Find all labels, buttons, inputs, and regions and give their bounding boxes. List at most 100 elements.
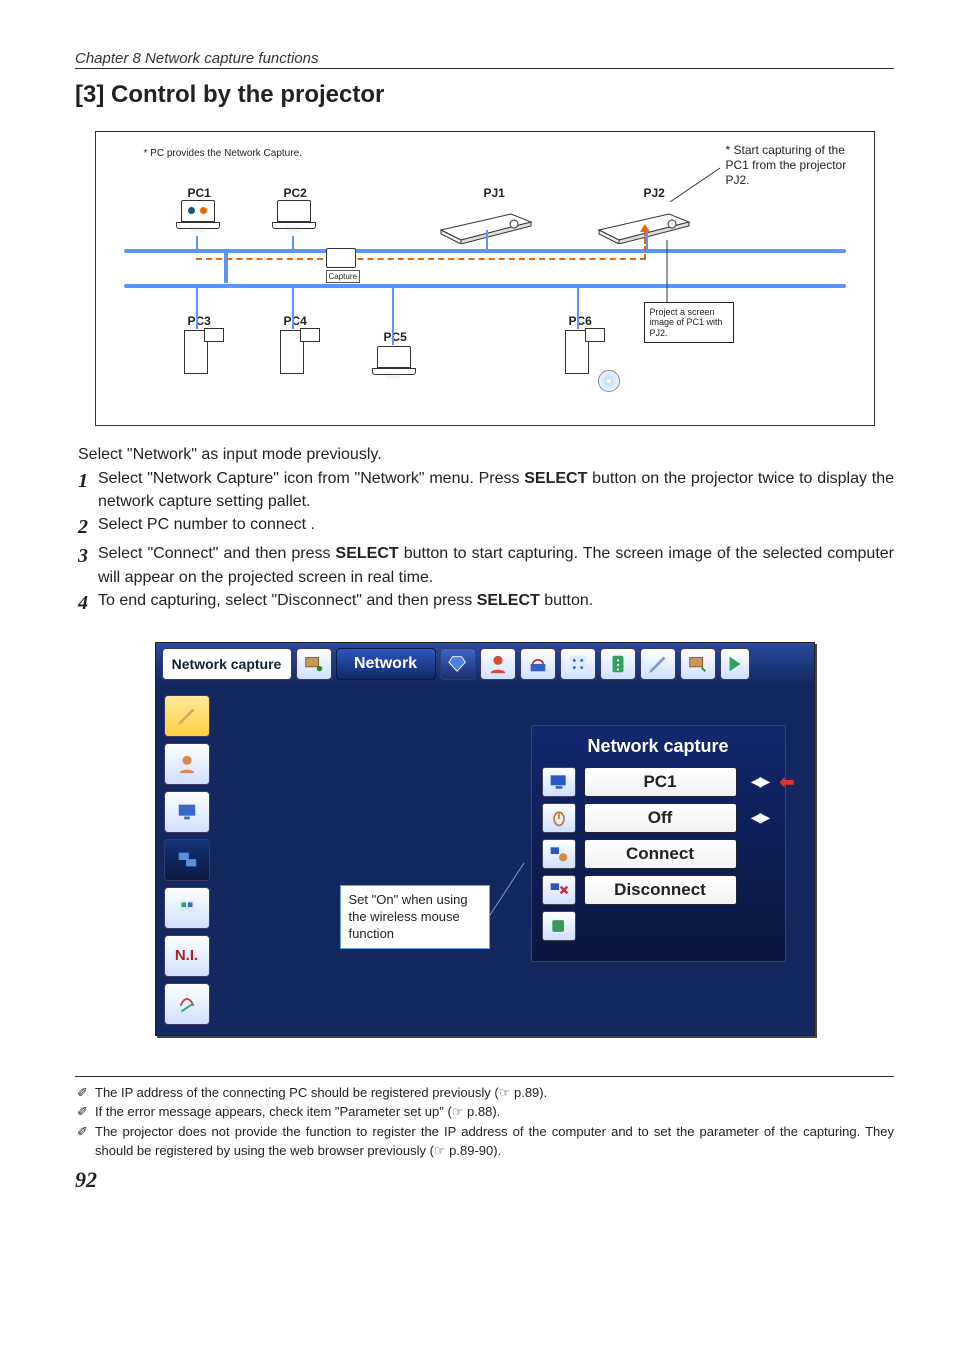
connector bbox=[577, 287, 579, 329]
extra-icon bbox=[542, 911, 576, 941]
disconnect-icon bbox=[542, 875, 576, 905]
arrow-up-icon bbox=[640, 224, 650, 232]
toolbar-icon[interactable] bbox=[680, 648, 716, 680]
text: Select "Connect" and then press bbox=[98, 545, 336, 562]
connector bbox=[646, 230, 648, 250]
page-number: 92 bbox=[75, 1167, 894, 1193]
wireless-mouse-note: Set "On" when using the wireless mouse f… bbox=[340, 885, 490, 950]
step-4: 4 To end capturing, select "Disconnect" … bbox=[78, 589, 894, 618]
toolbar-icon[interactable] bbox=[640, 648, 676, 680]
menu-left-column: N.I. bbox=[156, 685, 220, 1035]
projector-menu-screenshot: Network capture Network N.I. bbox=[155, 642, 815, 1036]
left-icon-user[interactable] bbox=[164, 743, 210, 785]
step-text: To end capturing, select "Disconnect" an… bbox=[98, 589, 894, 618]
toolbar-icon[interactable] bbox=[720, 648, 750, 680]
left-icon-network-capture[interactable] bbox=[164, 839, 210, 881]
left-icon-pen[interactable] bbox=[164, 695, 210, 737]
panel-row-disconnect[interactable]: Disconnect bbox=[542, 875, 775, 905]
toolbar-icon[interactable] bbox=[480, 648, 516, 680]
step-number: 1 bbox=[78, 467, 92, 513]
connector bbox=[486, 230, 488, 250]
intro-text: Select "Network" as input mode previousl… bbox=[78, 446, 894, 464]
footnote-text: The IP address of the connecting PC shou… bbox=[95, 1083, 894, 1103]
step-text: Select PC number to connect . bbox=[98, 513, 894, 542]
footnote-text: The projector does not provide the funct… bbox=[95, 1122, 894, 1161]
connect-icon bbox=[542, 839, 576, 869]
footnote-marker-icon: ✐ bbox=[77, 1122, 95, 1161]
footnote-1: ✐ The IP address of the connecting PC sh… bbox=[77, 1083, 894, 1103]
panel-row-connect[interactable]: Connect bbox=[542, 839, 775, 869]
connector bbox=[196, 236, 198, 250]
pc-value: PC1 bbox=[584, 767, 737, 797]
panel-row-mouse[interactable]: Off ◀▶ bbox=[542, 803, 775, 833]
toolbar-icon[interactable] bbox=[296, 648, 332, 680]
text: button. bbox=[540, 592, 593, 609]
label-pc5: PC5 bbox=[384, 330, 407, 344]
left-right-arrows-icon[interactable]: ◀▶ bbox=[745, 809, 775, 826]
menu-main-area: Set "On" when using the wireless mouse f… bbox=[220, 685, 814, 1035]
pc4-tower-icon bbox=[280, 330, 308, 388]
footnote-marker-icon: ✐ bbox=[77, 1083, 95, 1103]
projector-callout: Project a screen image of PC1 with PJ2. bbox=[644, 302, 734, 343]
keyword: SELECT bbox=[336, 545, 399, 562]
footnote-divider bbox=[75, 1076, 894, 1077]
chapter-header: Chapter 8 Network capture functions bbox=[75, 50, 894, 69]
diagram-pc-note: * PC provides the Network Capture. bbox=[144, 148, 302, 159]
step-text: Select "Connect" and then press SELECT b… bbox=[98, 542, 894, 588]
text: Select "Network Capture" icon from "Netw… bbox=[98, 470, 524, 487]
note-leader-line bbox=[488, 859, 528, 919]
footnote-2: ✐ If the error message appears, check it… bbox=[77, 1102, 894, 1122]
connect-value: Connect bbox=[584, 839, 737, 869]
pc2-laptop-icon: ░░░░ bbox=[272, 200, 316, 236]
keyword: SELECT bbox=[524, 470, 587, 487]
capture-path bbox=[644, 230, 646, 260]
connector bbox=[196, 287, 198, 329]
mouse-value: Off bbox=[584, 803, 737, 833]
step-3: 3 Select "Connect" and then press SELECT… bbox=[78, 542, 894, 588]
text: To end capturing, select "Disconnect" an… bbox=[98, 592, 477, 609]
left-icon-play[interactable] bbox=[164, 983, 210, 1025]
mouse-icon bbox=[542, 803, 576, 833]
connector bbox=[292, 287, 294, 329]
capture-device-icon bbox=[326, 248, 356, 268]
selection-arrow-icon: ⬅ bbox=[779, 772, 792, 793]
step-number: 4 bbox=[78, 589, 92, 618]
topology-diagram: * PC provides the Network Capture. * Sta… bbox=[95, 131, 875, 426]
toolbar-icon[interactable] bbox=[440, 648, 476, 680]
left-right-arrows-icon[interactable]: ◀▶⬅ bbox=[745, 773, 775, 790]
footnote-text: If the error message appears, check item… bbox=[95, 1102, 894, 1122]
label-pc2: PC2 bbox=[284, 186, 307, 200]
callout-line bbox=[661, 240, 701, 304]
pc5-laptop-icon: ░░░░ bbox=[372, 346, 416, 382]
toolbar-network-chip[interactable]: Network bbox=[336, 648, 436, 680]
capture-path bbox=[196, 258, 646, 260]
diagram-start-note: * Start capturing of the PC1 from the pr… bbox=[726, 143, 856, 188]
label-pc4: PC4 bbox=[284, 314, 307, 328]
panel-row-pc[interactable]: PC1 ◀▶⬅ bbox=[542, 767, 775, 797]
left-icon-ni[interactable]: N.I. bbox=[164, 935, 210, 977]
step-1: 1 Select "Network Capture" icon from "Ne… bbox=[78, 467, 894, 513]
pc1-laptop-icon: ░░░░ bbox=[176, 200, 220, 236]
toolbar-icon[interactable] bbox=[600, 648, 636, 680]
network-bus bbox=[124, 284, 846, 288]
toolbar-icon[interactable] bbox=[560, 648, 596, 680]
label-pc1: PC1 bbox=[188, 186, 211, 200]
panel-title: Network capture bbox=[542, 736, 775, 757]
menu-title-chip: Network capture bbox=[162, 648, 292, 680]
network-capture-panel: Network capture PC1 ◀▶⬅ Off ◀▶ Connect bbox=[531, 725, 786, 962]
step-list: 1 Select "Network Capture" icon from "Ne… bbox=[78, 467, 894, 618]
left-icon-viewer[interactable] bbox=[164, 887, 210, 929]
keyword: SELECT bbox=[477, 592, 540, 609]
pc3-tower-icon bbox=[184, 330, 212, 388]
connector bbox=[292, 236, 294, 250]
footnote-marker-icon: ✐ bbox=[77, 1102, 95, 1122]
toolbar-icon[interactable] bbox=[520, 648, 556, 680]
section-title: [3] Control by the projector bbox=[75, 81, 894, 109]
footnote-3: ✐ The projector does not provide the fun… bbox=[77, 1122, 894, 1161]
left-icon-display[interactable] bbox=[164, 791, 210, 833]
network-bus bbox=[124, 249, 846, 253]
capture-tag: Capture bbox=[326, 270, 360, 283]
step-2: 2 Select PC number to connect . bbox=[78, 513, 894, 542]
disconnect-value: Disconnect bbox=[584, 875, 737, 905]
panel-row-extra[interactable] bbox=[542, 911, 775, 941]
